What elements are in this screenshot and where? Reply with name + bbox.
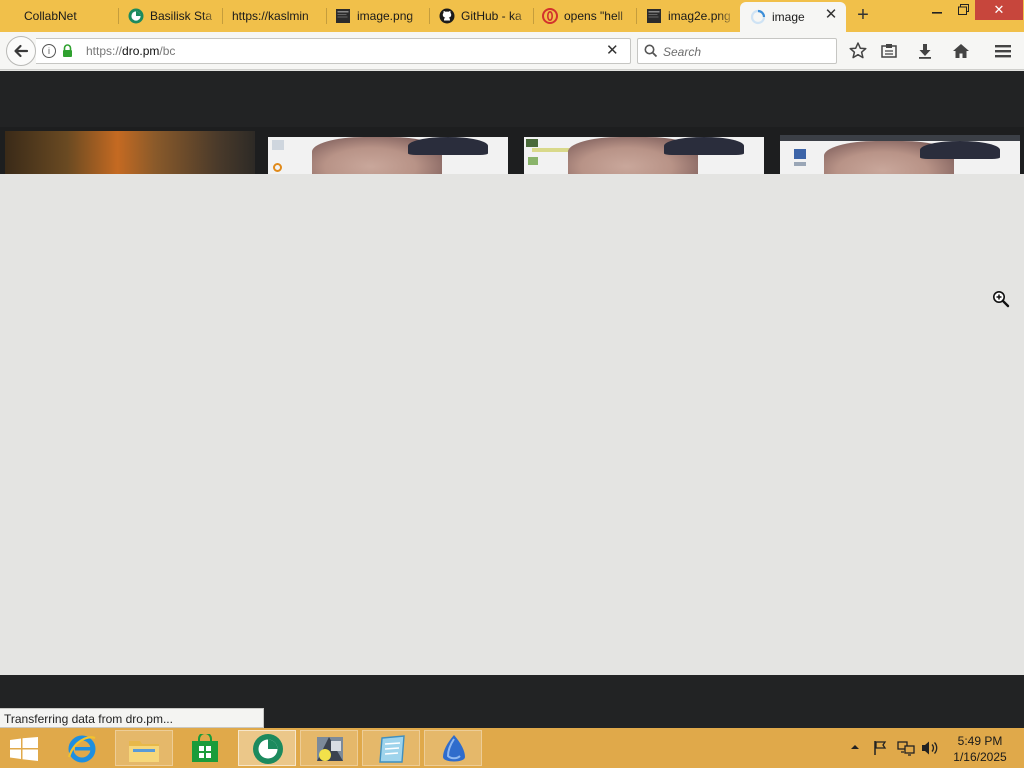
basilisk-icon — [128, 8, 144, 24]
stop-loading-icon[interactable]: ✕ — [606, 43, 619, 59]
taskbar-clock[interactable]: 5:49 PM 1/16/2025 — [940, 733, 1020, 765]
tab-label: image — [772, 10, 805, 24]
image-loading-area[interactable] — [0, 174, 1024, 675]
tab-strip: CollabNet Basilisk Sta https://kaslmin i… — [0, 0, 1024, 32]
taskbar-basilisk[interactable] — [238, 730, 296, 766]
github-icon — [439, 8, 455, 24]
opera-icon — [542, 8, 558, 24]
zoom-in-cursor-icon — [992, 290, 1010, 313]
tab-basilisk[interactable]: Basilisk Sta — [128, 2, 220, 30]
tab-github[interactable]: GitHub - ka — [439, 2, 531, 30]
taskbar-notepad[interactable] — [362, 730, 420, 766]
folder-icon — [128, 737, 160, 768]
search-input[interactable]: Search — [637, 38, 837, 64]
tab-collabnet[interactable]: CollabNet — [8, 2, 116, 30]
url-bar[interactable]: i https://dro.pm/bc ✕ — [36, 38, 631, 64]
thumbnail-image[interactable] — [268, 137, 508, 174]
volume-icon[interactable] — [921, 740, 939, 768]
tab-opens-hell[interactable]: opens "hell — [542, 2, 634, 30]
taskbar-app-tool[interactable] — [300, 730, 358, 766]
tab-imag2e-png[interactable]: imag2e.png — [646, 2, 736, 30]
network-icon[interactable] — [897, 740, 915, 768]
search-icon — [644, 44, 658, 63]
info-icon[interactable]: i — [42, 44, 56, 58]
page-header-bar — [0, 71, 1024, 127]
menu-hamburger-icon[interactable] — [993, 41, 1013, 61]
taskbar-internet-explorer[interactable] — [52, 730, 110, 766]
thumbnail-image[interactable] — [780, 135, 1020, 174]
taskbar-file-explorer[interactable] — [115, 730, 173, 766]
new-tab-button[interactable]: + — [852, 4, 874, 26]
reading-list-icon[interactable] — [879, 41, 899, 61]
taskbar: 5:49 PM 1/16/2025 — [0, 728, 1024, 768]
tool-app-icon — [313, 733, 347, 768]
blue-app-icon — [437, 733, 471, 768]
tab-label: CollabNet — [24, 9, 77, 23]
lock-icon[interactable] — [62, 44, 73, 58]
taskbar-store[interactable] — [176, 730, 234, 766]
taskbar-app-blue[interactable] — [424, 730, 482, 766]
image-file-icon — [335, 8, 351, 24]
tab-image-active[interactable]: image ✕ — [740, 2, 846, 32]
show-hidden-icons-chevron[interactable] — [850, 741, 860, 768]
clock-time: 5:49 PM — [957, 734, 1003, 748]
start-button-windows-icon[interactable] — [10, 737, 38, 766]
thumbnail-image[interactable] — [524, 137, 764, 174]
action-center-flag-icon[interactable] — [873, 740, 889, 768]
basilisk-icon — [252, 733, 284, 768]
window-close-button[interactable]: ✕ — [975, 0, 1023, 20]
thumbnail-strip — [0, 127, 1024, 174]
download-icon[interactable] — [915, 41, 935, 61]
url-text[interactable]: https://dro.pm/bc — [86, 44, 175, 58]
minimize-button[interactable] — [926, 0, 948, 20]
tab-image-png[interactable]: image.png — [335, 2, 427, 30]
image-file-icon — [646, 8, 662, 24]
home-icon[interactable] — [951, 41, 971, 61]
tab-kaslmin[interactable]: https://kaslmin — [232, 2, 324, 30]
status-bar: Transferring data from dro.pm... — [0, 708, 264, 728]
back-button[interactable] — [6, 36, 36, 66]
tab-label: https://kaslmin — [232, 9, 309, 23]
navigation-toolbar: i https://dro.pm/bc ✕ Search — [0, 32, 1024, 70]
thumbnail-image[interactable] — [5, 131, 255, 174]
tab-label: image.png — [357, 9, 414, 23]
restore-button[interactable] — [952, 0, 974, 20]
store-icon — [190, 732, 220, 768]
bookmark-star-icon[interactable] — [848, 41, 868, 61]
clock-date: 1/16/2025 — [953, 750, 1007, 764]
close-tab-icon[interactable]: ✕ — [824, 7, 838, 22]
loading-spinner-icon — [750, 9, 766, 25]
tab-label: opens "hell — [564, 9, 623, 23]
notepad-icon — [376, 734, 408, 768]
internet-explorer-icon — [66, 733, 98, 768]
search-placeholder: Search — [663, 45, 702, 59]
